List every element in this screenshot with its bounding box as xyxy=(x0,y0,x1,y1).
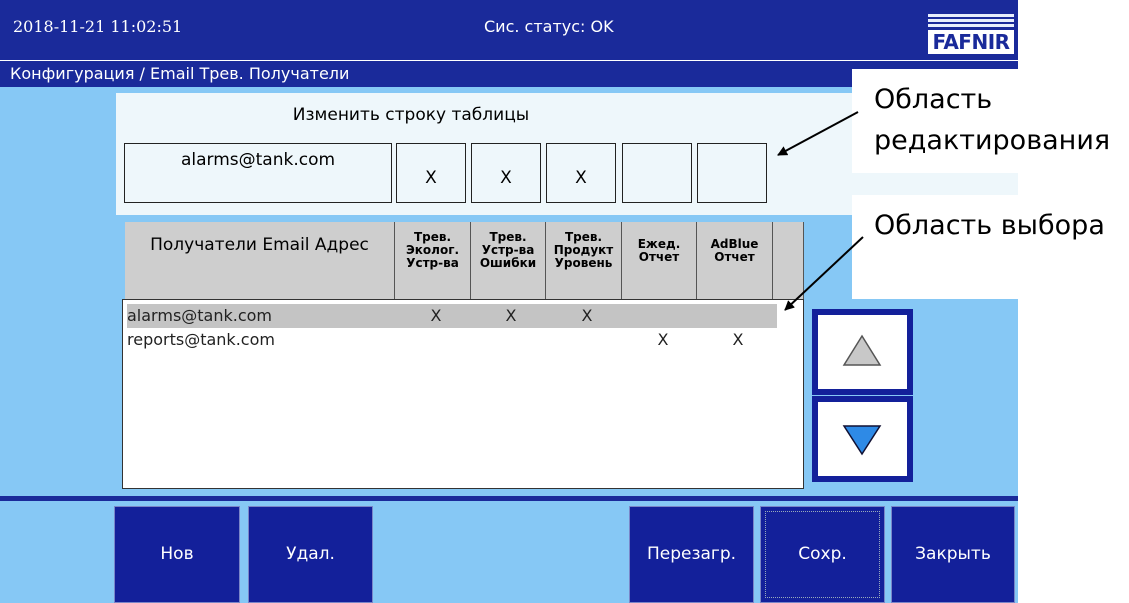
column-header-env-device: Трев. Эколог. Устр-ва xyxy=(395,222,471,301)
callout-selection-area: Область выбора xyxy=(852,195,1129,299)
list-item[interactable]: alarms@tank.com X X X xyxy=(127,304,777,328)
list-item-mark: X xyxy=(732,330,744,349)
new-button[interactable]: Нов xyxy=(114,506,240,603)
top-bar: 2018-11-21 11:02:51 Сис. статус: OK FAFN… xyxy=(0,0,1018,60)
close-button[interactable]: Закрыть xyxy=(891,506,1015,603)
delete-button[interactable]: Удал. xyxy=(248,506,373,603)
edit-flag-daily-report[interactable] xyxy=(622,143,692,203)
scroll-up-button[interactable] xyxy=(812,309,913,395)
selection-list[interactable]: alarms@tank.com X X X reports@tank.com X… xyxy=(122,299,804,489)
save-button[interactable]: Сохр. xyxy=(760,506,885,603)
edit-area-title: Изменить строку таблицы xyxy=(292,105,530,125)
column-header-spacer xyxy=(773,222,804,301)
list-item-mark: X xyxy=(657,330,669,349)
column-header-product-level: Трев. Продукт Уровень xyxy=(546,222,622,301)
list-item-mark: X xyxy=(505,306,517,325)
scroll-down-button[interactable] xyxy=(812,396,913,482)
list-item[interactable]: reports@tank.com X X xyxy=(127,328,777,352)
divider xyxy=(0,496,1018,501)
column-header-daily-report: Ежед. Отчет xyxy=(622,222,697,301)
column-header-email: Получатели Email Адрес xyxy=(125,222,395,301)
triangle-down-icon xyxy=(842,425,882,456)
list-item-mark: X xyxy=(581,306,593,325)
column-header-adblue-report: AdBlue Отчет xyxy=(697,222,773,301)
list-item-email: reports@tank.com xyxy=(127,330,275,349)
edit-flag-device-error[interactable]: X xyxy=(471,143,541,203)
system-status: Сис. статус: OK xyxy=(484,17,614,36)
column-header-device-error: Трев. Устр-ва Ошибки xyxy=(471,222,546,301)
callout-edit-area: Область редактирования xyxy=(852,69,1129,173)
edit-flag-env-device[interactable]: X xyxy=(396,143,466,203)
edit-flag-product-level[interactable]: X xyxy=(546,143,616,203)
logo-text: FAFNIR xyxy=(928,30,1014,54)
list-item-email: alarms@tank.com xyxy=(127,306,273,325)
edit-email-field[interactable]: alarms@tank.com xyxy=(124,143,392,203)
fafnir-logo: FAFNIR xyxy=(928,14,1014,56)
datetime-display: 2018-11-21 11:02:51 xyxy=(13,17,183,36)
reload-button[interactable]: Перезагр. xyxy=(629,506,754,603)
edit-flag-adblue-report[interactable] xyxy=(697,143,767,203)
triangle-up-icon xyxy=(842,334,882,366)
list-item-mark: X xyxy=(430,306,442,325)
